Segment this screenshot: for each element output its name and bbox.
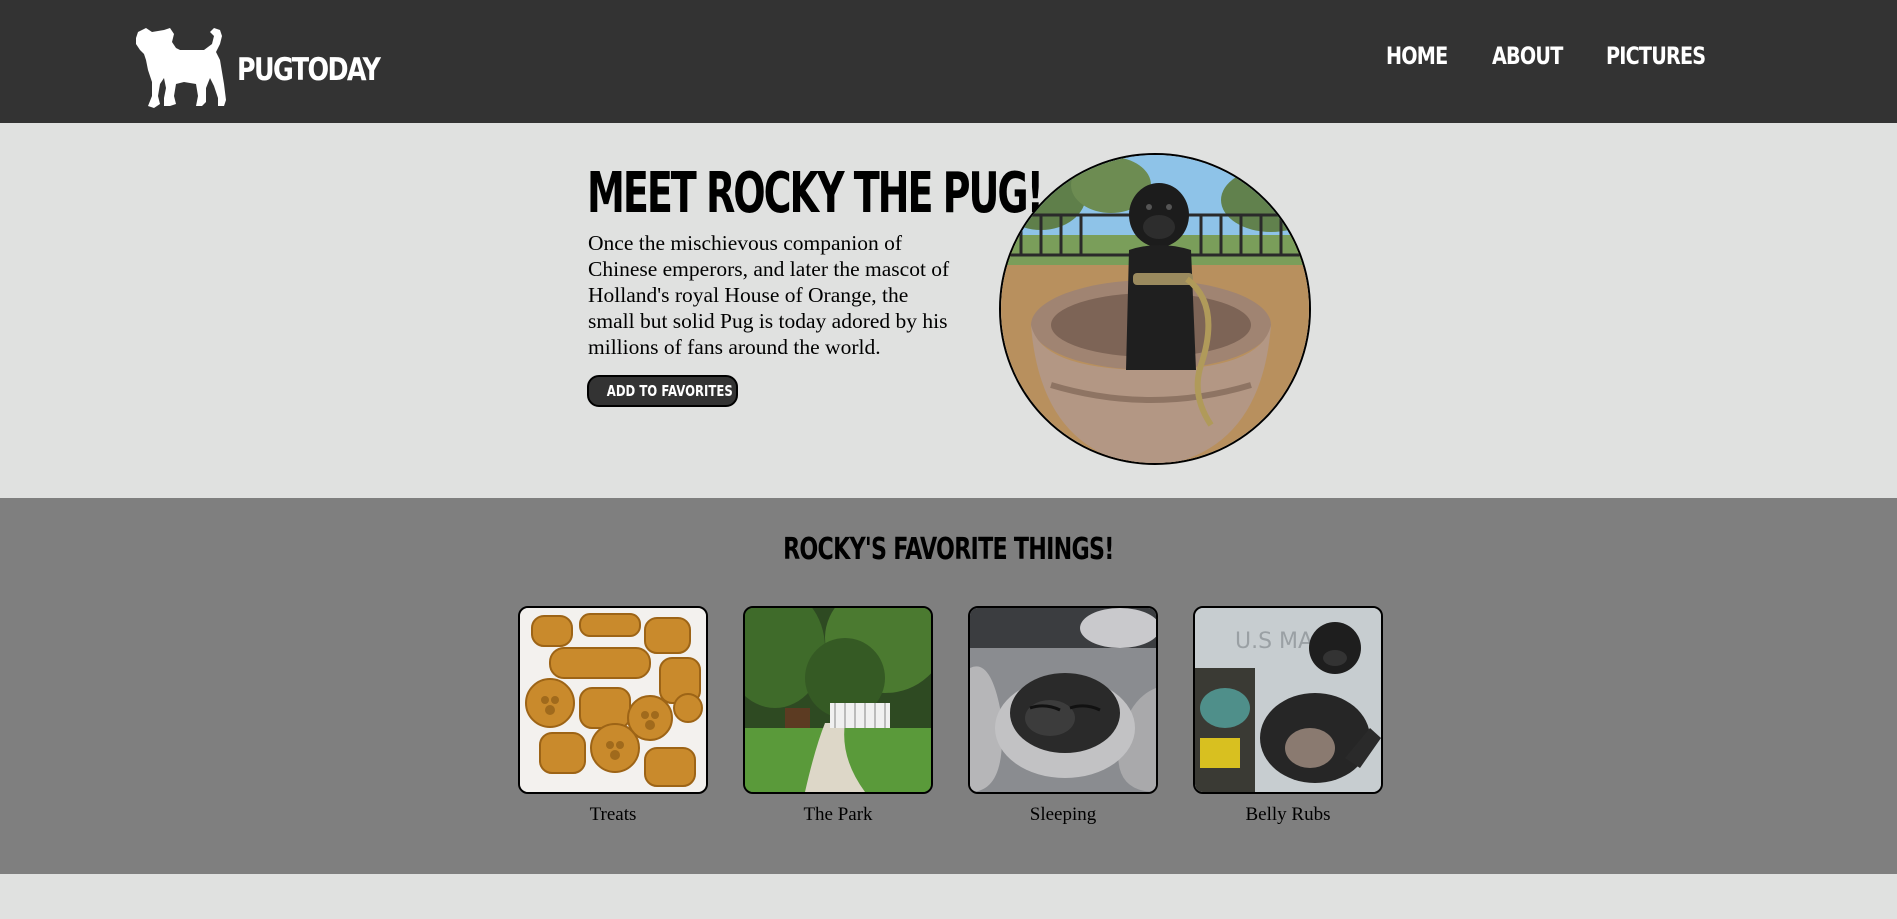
add-to-favorites-label: ADD TO FAVORITES xyxy=(606,382,733,400)
favorite-card-treats[interactable]: Treats xyxy=(518,606,708,826)
favorites-title: ROCKY'S FAVORITE THINGS! xyxy=(0,532,1897,567)
favorite-card-the-park[interactable]: The Park xyxy=(743,606,933,826)
favorites-section: ROCKY'S FAVORITE THINGS! Treats The Park… xyxy=(0,498,1897,874)
hero-section: MEET ROCKY THE PUG! Once the mischievous… xyxy=(0,123,1897,498)
park-path-photo xyxy=(743,606,933,794)
favorite-label: Sleeping xyxy=(1029,804,1097,825)
add-to-favorites-button[interactable]: ADD TO FAVORITES xyxy=(587,375,738,407)
page-footer-band xyxy=(0,874,1897,919)
main-nav: HOME ABOUT PICTURES xyxy=(0,42,1897,80)
hero-description: Once the mischievous companion of Chines… xyxy=(588,231,950,359)
hero-title: MEET ROCKY THE PUG! xyxy=(587,161,1044,226)
nav-about-link[interactable]: ABOUT xyxy=(1492,42,1563,70)
pug-in-planter-photo xyxy=(999,153,1311,465)
favorite-card-sleeping[interactable]: Sleeping xyxy=(968,606,1158,826)
favorite-label: Treats xyxy=(589,804,637,825)
sleeping-pug-photo xyxy=(968,606,1158,794)
dog-biscuits-photo xyxy=(518,606,708,794)
site-header: PUGTODAY HOME ABOUT PICTURES xyxy=(0,0,1897,123)
favorite-label: The Park xyxy=(803,804,873,825)
nav-home-link[interactable]: HOME xyxy=(1386,42,1448,70)
favorites-title-text: ROCKY'S FAVORITE THINGS! xyxy=(783,532,1114,567)
nav-pictures-link[interactable]: PICTURES xyxy=(1606,42,1706,70)
favorite-label: Belly Rubs xyxy=(1245,804,1331,825)
pug-on-back-photo: U.S MAIL xyxy=(1193,606,1383,794)
favorite-card-belly-rubs[interactable]: U.S MAIL Belly Rubs xyxy=(1193,606,1383,826)
